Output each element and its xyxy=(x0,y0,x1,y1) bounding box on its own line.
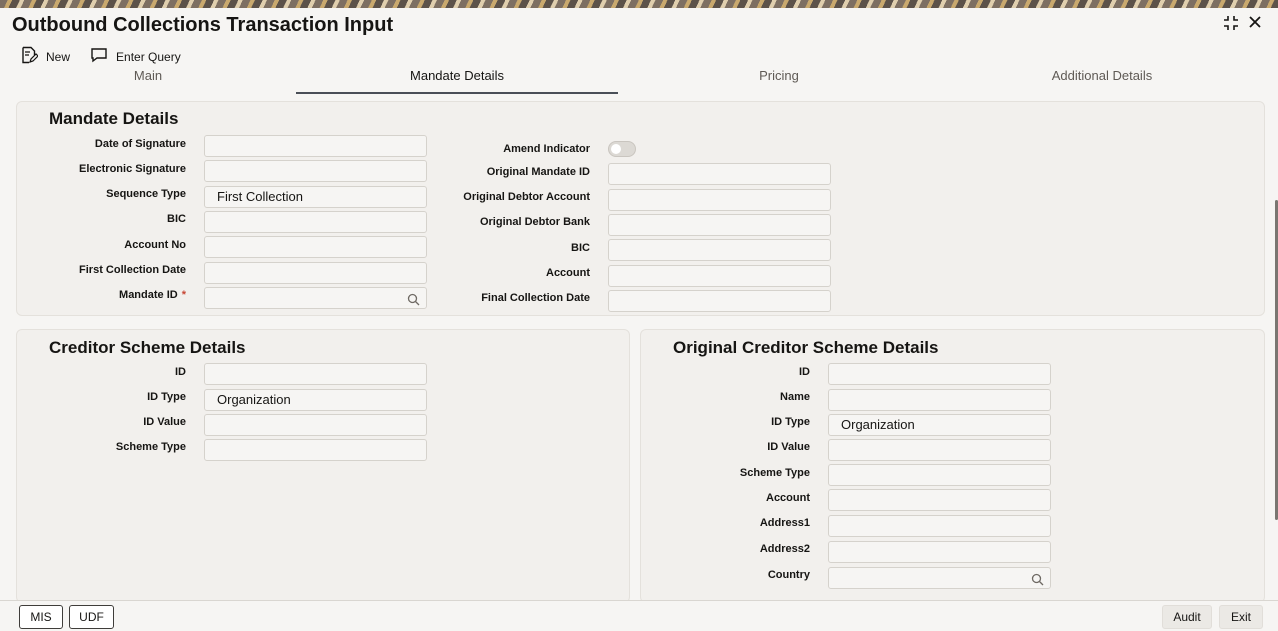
original-creditor-scheme-title: Original Creditor Scheme Details xyxy=(673,338,939,357)
orig-creditor-name-label: Name xyxy=(780,391,810,403)
enter-query-icon xyxy=(90,46,116,67)
orig-bic-label: BIC xyxy=(571,242,590,254)
creditor-id-value-label: ID Value xyxy=(143,416,186,428)
electronic-signature-label: Electronic Signature xyxy=(79,163,186,175)
orig-creditor-id-type-field[interactable]: Organization xyxy=(828,414,1051,436)
maximize-icon[interactable] xyxy=(1222,14,1240,37)
tab-additional-details[interactable]: Additional Details xyxy=(940,66,1264,92)
new-button[interactable]: New xyxy=(20,46,70,67)
mandate-id-field[interactable] xyxy=(204,287,427,309)
page-title: Outbound Collections Transaction Input xyxy=(12,14,394,36)
tab-main[interactable]: Main xyxy=(0,66,296,92)
creditor-id-value-field[interactable] xyxy=(204,414,427,436)
orig-creditor-address2-label: Address2 xyxy=(759,543,810,555)
audit-button[interactable]: Audit xyxy=(1162,605,1212,629)
enter-query-button[interactable]: Enter Query xyxy=(90,46,181,67)
sequence-type-field[interactable]: First Collection xyxy=(204,186,427,208)
creditor-id-field[interactable] xyxy=(204,363,427,385)
final-collection-date-label: Final Collection Date xyxy=(481,292,590,304)
original-debtor-account-label: Original Debtor Account xyxy=(463,191,590,203)
tab-pricing[interactable]: Pricing xyxy=(618,66,940,92)
new-document-icon xyxy=(20,46,46,67)
original-mandate-id-field[interactable] xyxy=(608,163,831,185)
mis-button[interactable]: MIS xyxy=(19,605,63,629)
original-mandate-id-label: Original Mandate ID xyxy=(486,166,590,178)
creditor-scheme-type-label: Scheme Type xyxy=(115,441,186,453)
original-debtor-bank-field[interactable] xyxy=(608,214,831,236)
original-debtor-account-field[interactable] xyxy=(608,189,831,211)
creditor-id-type-field[interactable]: Organization xyxy=(204,389,427,411)
enter-query-label: Enter Query xyxy=(116,49,181,64)
amend-indicator-label: Amend Indicator xyxy=(503,143,590,155)
account-field[interactable] xyxy=(608,265,831,287)
orig-creditor-address2-field[interactable] xyxy=(828,541,1051,563)
orig-creditor-scheme-type-field[interactable] xyxy=(828,464,1051,486)
mandate-id-label-text: Mandate ID xyxy=(119,289,178,301)
new-label: New xyxy=(46,49,71,64)
account-label: Account xyxy=(546,267,590,279)
creditor-scheme-title: Creditor Scheme Details xyxy=(49,338,246,357)
mandate-details-title: Mandate Details xyxy=(49,109,179,128)
mandate-details-panel: Mandate Details Date of Signature Electr… xyxy=(16,101,1265,316)
electronic-signature-field[interactable] xyxy=(204,160,427,182)
amend-indicator-toggle[interactable] xyxy=(608,141,636,157)
first-collection-date-label: First Collection Date xyxy=(79,264,186,276)
creditor-id-label: ID xyxy=(175,366,186,378)
orig-creditor-id-label: ID xyxy=(799,366,810,378)
orig-creditor-id-type-label: ID Type xyxy=(771,416,810,428)
toolbar: New Enter Query xyxy=(20,46,201,67)
creditor-scheme-panel: Creditor Scheme Details ID ID Type Organ… xyxy=(16,329,630,603)
orig-creditor-id-value-label: ID Value xyxy=(767,441,810,453)
orig-creditor-account-label: Account xyxy=(766,492,810,504)
mandate-id-label: Mandate ID * xyxy=(6,289,186,301)
account-no-label: Account No xyxy=(124,239,186,251)
orig-creditor-address1-label: Address1 xyxy=(759,517,810,529)
search-icon[interactable] xyxy=(1031,572,1044,592)
required-marker: * xyxy=(181,289,186,301)
first-collection-date-field[interactable] xyxy=(204,262,427,284)
orig-creditor-scheme-type-label: Scheme Type xyxy=(739,467,810,479)
header-banner xyxy=(0,0,1278,8)
orig-creditor-address1-field[interactable] xyxy=(828,515,1051,537)
date-of-signature-label: Date of Signature xyxy=(94,138,186,150)
tab-mandate-details[interactable]: Mandate Details xyxy=(296,66,618,94)
creditor-id-type-label: ID Type xyxy=(147,391,186,403)
orig-creditor-name-field[interactable] xyxy=(828,389,1051,411)
original-debtor-bank-label: Original Debtor Bank xyxy=(479,216,590,228)
date-of-signature-field[interactable] xyxy=(204,135,427,157)
bic-field[interactable] xyxy=(204,211,427,233)
udf-button[interactable]: UDF xyxy=(69,605,114,629)
orig-bic-field[interactable] xyxy=(608,239,831,261)
account-no-field[interactable] xyxy=(204,236,427,258)
final-collection-date-field[interactable] xyxy=(608,290,831,312)
orig-creditor-country-field[interactable] xyxy=(828,567,1051,589)
orig-creditor-country-label: Country xyxy=(767,569,810,581)
orig-creditor-account-field[interactable] xyxy=(828,489,1051,511)
creditor-scheme-type-field[interactable] xyxy=(204,439,427,461)
orig-creditor-id-value-field[interactable] xyxy=(828,439,1051,461)
sequence-type-label: Sequence Type xyxy=(106,188,186,200)
tab-bar: Main Mandate Details Pricing Additional … xyxy=(0,66,1278,94)
bic-label: BIC xyxy=(167,213,186,225)
footer-bar: MIS UDF Audit Exit xyxy=(0,600,1278,631)
exit-button[interactable]: Exit xyxy=(1219,605,1263,629)
close-icon[interactable] xyxy=(1247,14,1263,35)
orig-creditor-id-field[interactable] xyxy=(828,363,1051,385)
original-creditor-scheme-panel: Original Creditor Scheme Details ID Name… xyxy=(640,329,1265,603)
